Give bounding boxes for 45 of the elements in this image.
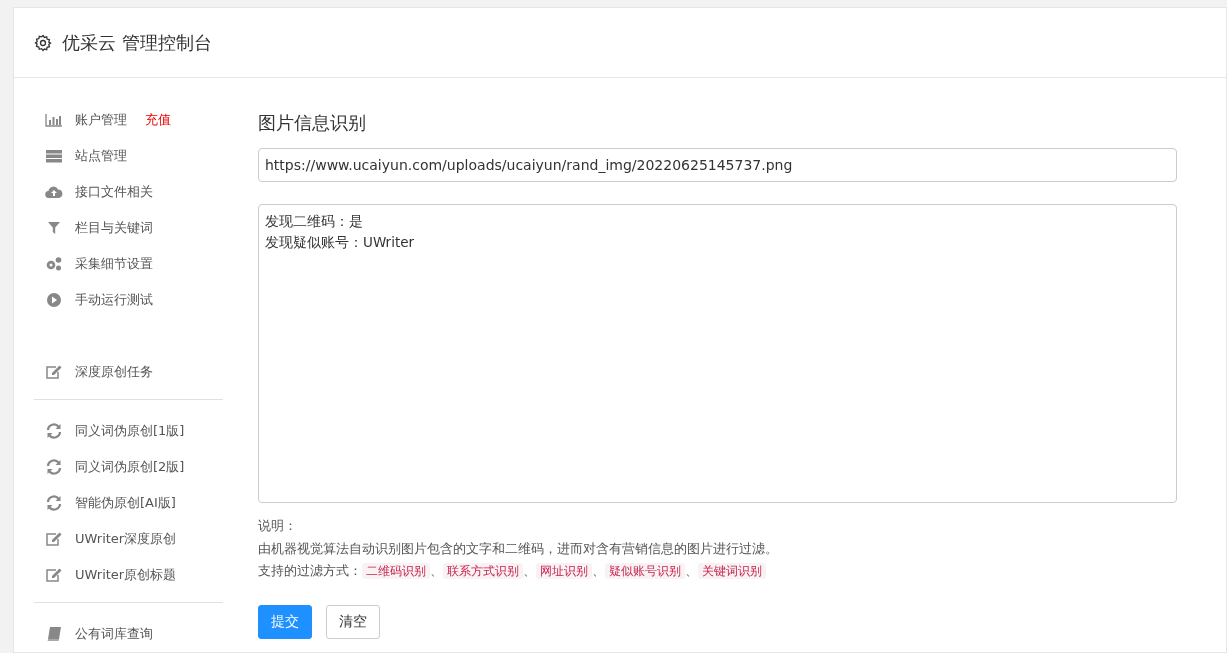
filter-icon — [45, 221, 63, 235]
server-icon — [45, 149, 63, 163]
sidebar-item[interactable]: UWriter原创标题 — [75, 566, 177, 584]
refresh-icon — [45, 459, 63, 475]
book-icon — [45, 626, 63, 642]
console-title: 优采云 管理控制台 — [62, 30, 212, 55]
settings-icon — [34, 33, 52, 52]
sidebar-item[interactable]: 公有词库查询 — [75, 625, 153, 643]
url-field[interactable]: https://www.ucaiyun.com/uploads/ucaiyun/rand_img/20220625145737.png — [258, 148, 1177, 182]
separator: 、 — [685, 563, 698, 578]
filter-tag: 二维码识别 — [362, 563, 430, 579]
filters-label: 支持的过滤方式： — [258, 563, 362, 578]
sidebar-item[interactable]: 同义词伪原创[2版] — [75, 458, 185, 476]
bar-chart-icon — [45, 113, 63, 127]
filter-tag: 联系方式识别 — [443, 563, 523, 579]
edit-icon — [45, 567, 63, 583]
sidebar-item[interactable]: 账户管理 — [75, 111, 127, 129]
edit-icon — [45, 364, 63, 380]
cloud-upload-icon — [45, 185, 63, 199]
sidebar-item[interactable]: 栏目与关键词 — [75, 219, 153, 237]
sidebar-item[interactable]: 同义词伪原创[1版] — [75, 422, 185, 440]
separator: 、 — [430, 563, 443, 578]
sidebar-item[interactable]: 站点管理 — [75, 147, 127, 165]
filter-tag: 疑似账号识别 — [605, 563, 685, 579]
play-icon — [45, 292, 63, 308]
gears-icon — [45, 256, 63, 272]
refresh-icon — [45, 423, 63, 439]
sidebar-item[interactable]: 手动运行测试 — [75, 291, 153, 309]
separator: 、 — [592, 563, 605, 578]
sidebar-item[interactable]: UWriter深度原创 — [75, 530, 177, 548]
note-text: 由机器视觉算法自动识别图片包含的文字和二维码，进而对含有营销信息的图片进行过滤。 — [258, 539, 779, 558]
section-title: 图片信息识别 — [258, 111, 367, 135]
refresh-icon — [45, 495, 63, 511]
recharge-link[interactable]: 充值 — [145, 111, 171, 129]
filter-tag: 关键词识别 — [698, 563, 766, 579]
sidebar-item[interactable]: 智能伪原创[AI版] — [75, 494, 176, 512]
sidebar-item[interactable]: 接口文件相关 — [75, 183, 153, 201]
sidebar-item[interactable]: 深度原创任务 — [75, 363, 153, 381]
filter-tag: 网址识别 — [536, 563, 592, 579]
edit-icon — [45, 531, 63, 547]
result-box[interactable]: 发现二维码：是 发现疑似账号：UWriter — [258, 204, 1177, 503]
sidebar-item[interactable]: 采集细节设置 — [75, 255, 153, 273]
separator: 、 — [523, 563, 536, 578]
clear-button[interactable]: 清空 — [326, 604, 380, 639]
note-label: 说明： — [258, 517, 298, 535]
